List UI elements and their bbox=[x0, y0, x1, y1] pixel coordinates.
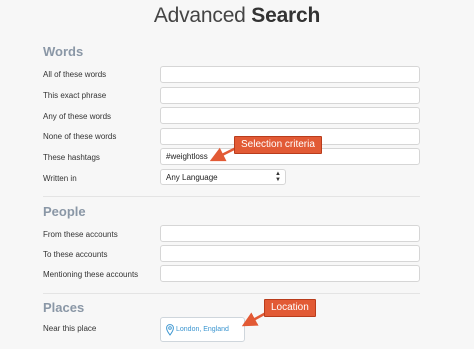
selection-criteria-callout: Selection criteria bbox=[234, 136, 322, 154]
location-arrow bbox=[241, 311, 267, 327]
annotation-arrows bbox=[209, 146, 267, 327]
location-callout: Location bbox=[264, 299, 316, 317]
criteria-arrow bbox=[209, 146, 237, 162]
